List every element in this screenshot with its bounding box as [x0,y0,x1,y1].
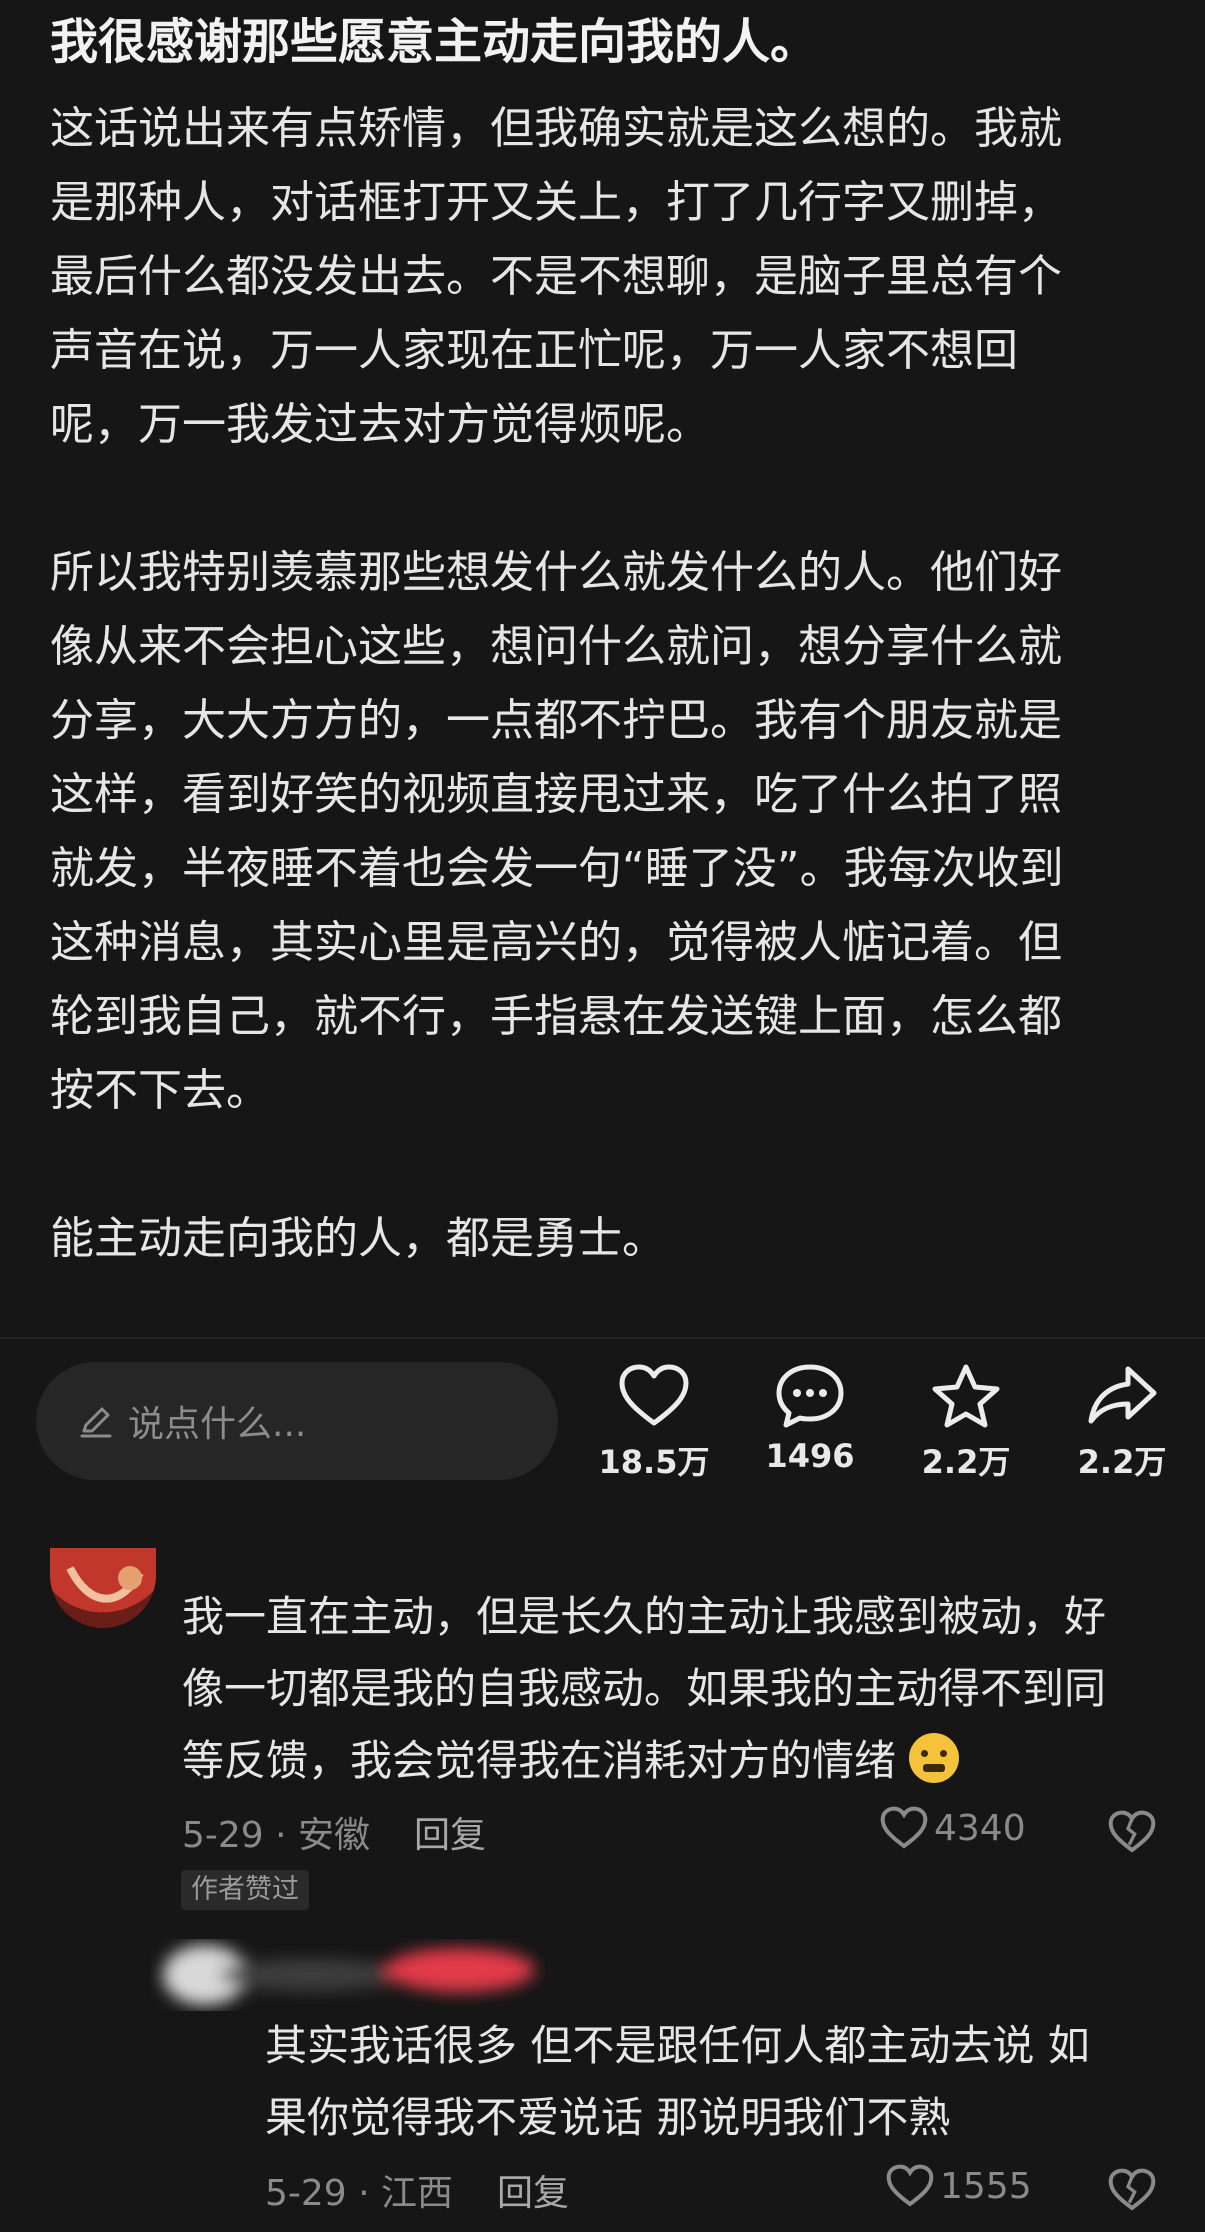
post-paragraph-2: 所以我特别羡慕那些想发什么就发什么的人。他们好 像从来不会担心这些，想问什么就问… [50,536,1160,1128]
pencil-icon [80,1407,112,1438]
heart-icon [619,1364,689,1426]
text-line: 像从来不会担心这些，想问什么就问，想分享什么就 [50,621,1062,672]
text-line: 其实我话很多 但不是跟任何人都主动去说 如 [265,2021,1090,2070]
comment-meta: 5-29 · 江西 回复 [265,2164,569,2216]
text-line: 这样，看到好笑的视频直接甩过来，吃了什么拍了照 [50,769,1062,820]
text-line: 这种消息，其实心里是高兴的，觉得被人惦记着。但 [50,917,1062,968]
share-arrow-icon [1088,1366,1157,1424]
comment-button[interactable]: 1496 [740,1363,880,1475]
comment-like-count: 4340 [934,1807,1026,1849]
broken-heart-icon[interactable] [1108,1810,1156,1854]
post-paragraph-1: 这话说出来有点矫情，但我确实就是这么想的。我就 是那种人，对话框打开又关上，打了… [50,92,1160,462]
post-title: 我很感谢那些愿意主动走向我的人。 [50,14,819,70]
worried-face-icon [909,1733,960,1783]
avatar[interactable] [50,1548,156,1628]
chat-bubble-icon [776,1364,844,1428]
favorite-button[interactable]: 2.2万 [896,1363,1036,1483]
heart-icon [886,2164,934,2207]
comment-text: 其实我话很多 但不是跟任何人都主动去说 如 果你觉得我不爱说话 那说明我们不熟 [265,2010,1165,2154]
comment-like-count: 1555 [940,2165,1032,2207]
post-paragraph-3: 能主动走向我的人，都是勇士。 [50,1213,666,1264]
text-line: 最后什么都没发出去。不是不想聊，是脑子里总有个 [50,251,1062,302]
comment-date-location: 5-29 · 安徽 [182,1815,371,1856]
text-line: 我一直在主动，但是长久的主动让我感到被动，好 [182,1592,1107,1641]
text-line: 果你觉得我不爱说话 那说明我们不熟 [265,2093,951,2142]
text-line: 是那种人，对话框打开又关上，打了几行字又删掉， [50,177,1062,228]
text-line: 呢，万一我发过去对方觉得烦呢。 [50,399,710,450]
heart-icon [880,1806,928,1849]
comment-meta: 5-29 · 安徽 回复 [182,1806,486,1858]
text-line: 声音在说，万一人家现在正忙呢，万一人家不想回 [50,325,1018,376]
comment-input[interactable]: 说点什么... [36,1362,558,1480]
text-line: 按不下去。 [50,1065,270,1116]
star-icon [932,1364,1000,1428]
reply-button[interactable]: 回复 [497,2173,569,2214]
favorite-count: 2.2万 [921,1443,1011,1481]
reply-avatar-blurred[interactable] [150,1930,580,2015]
text-line: 就发，半夜睡不着也会发一句“睡了没”。我每次收到 [50,843,1064,894]
text-line: 像一切都是我的自我感动。如果我的主动得不到同 [182,1664,1107,1713]
like-button[interactable]: 18.5万 [584,1363,724,1483]
comment-placeholder: 说点什么... [128,1404,307,1445]
comment-text: 我一直在主动，但是长久的主动让我感到被动，好 像一切都是我的自我感动。如果我的主… [182,1581,1172,1797]
post-body: 我很感谢那些愿意主动走向我的人。 这话说出来有点矫情，但我确实就是这么想的。我就… [50,0,1160,1276]
text-line: 轮到我自己，就不行，手指悬在发送键上面，怎么都 [50,991,1062,1042]
reply-button[interactable]: 回复 [414,1815,486,1856]
comment-like-button[interactable]: 1555 [886,2164,1032,2208]
comment-count: 1496 [765,1437,855,1475]
broken-heart-icon[interactable] [1108,2168,1156,2212]
share-count: 2.2万 [1077,1443,1167,1481]
like-count: 18.5万 [598,1443,710,1481]
text-line: 这话说出来有点矫情，但我确实就是这么想的。我就 [50,103,1062,154]
divider [0,1337,1205,1339]
text-line: 分享，大大方方的，一点都不拧巴。我有个朋友就是 [50,695,1062,746]
comment-date-location: 5-29 · 江西 [265,2173,454,2214]
share-button[interactable]: 2.2万 [1052,1363,1192,1483]
text-line: 所以我特别羡慕那些想发什么就发什么的人。他们好 [50,547,1062,598]
comment-like-button[interactable]: 4340 [880,1806,1026,1850]
author-liked-badge: 作者赞过 [181,1870,309,1910]
text-line: 等反馈，我会觉得我在消耗对方的情绪 [182,1736,897,1785]
